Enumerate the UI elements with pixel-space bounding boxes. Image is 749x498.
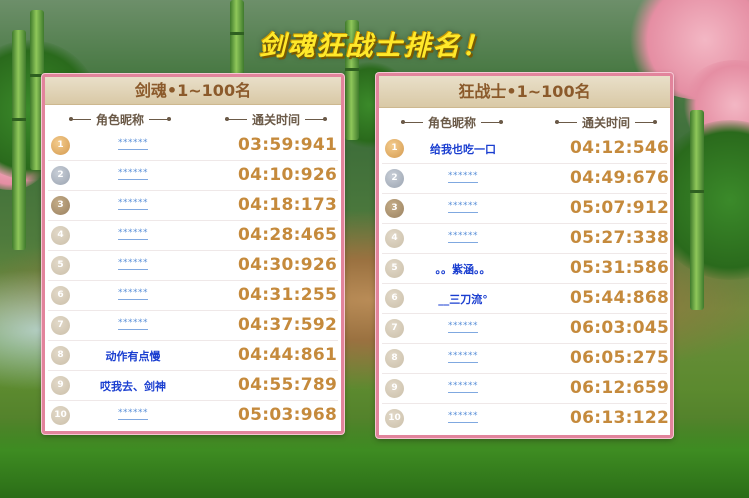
- player-name[interactable]: ******: [408, 351, 518, 363]
- player-name[interactable]: ******: [78, 198, 188, 210]
- clear-time: 05:44:868: [570, 288, 670, 308]
- table-row: 1 ****** 03:59:941: [48, 131, 338, 161]
- clear-time: 04:30:926: [238, 255, 338, 275]
- player-name[interactable]: 给我也吃一口: [408, 141, 518, 157]
- table-row: 3 ****** 04:18:173: [48, 191, 338, 221]
- ranking-board-jianhun: 剑魂•1~100名 角色昵称 通关时间 1 ****** 03:59:941 2 ***…: [42, 74, 344, 434]
- column-header-time: 通关时间: [225, 111, 328, 128]
- rank-badge: 5: [51, 256, 70, 275]
- clear-time: 04:10:926: [238, 165, 338, 185]
- player-name[interactable]: ******: [78, 288, 188, 300]
- column-headers: 角色昵称 通关时间: [45, 105, 341, 131]
- rank-badge: 7: [385, 319, 404, 338]
- rank-badge: 9: [385, 379, 404, 398]
- page-title: 剑魂狂战士排名！: [258, 31, 491, 62]
- ranking-list: 1 给我也吃一口 04:12:546 2 ****** 04:49:676 3 ****** 0…: [379, 134, 670, 434]
- player-name[interactable]: ******: [408, 231, 518, 243]
- player-name[interactable]: __三刀流°: [408, 291, 518, 307]
- clear-time: 06:05:275: [570, 348, 670, 368]
- clear-time: 04:18:173: [238, 195, 338, 215]
- rank-badge: 1: [51, 136, 70, 155]
- column-header-time: 通关时间: [555, 114, 658, 131]
- table-row: 9 哎我去、剑神 04:55:789: [48, 371, 338, 401]
- player-name[interactable]: ******: [78, 318, 188, 330]
- rank-badge: 1: [385, 139, 404, 158]
- table-row: 2 ****** 04:49:676: [382, 164, 670, 194]
- table-row: 2 ****** 04:10:926: [48, 161, 338, 191]
- rank-badge: 6: [385, 289, 404, 308]
- board-header: 剑魂•1~100名: [45, 77, 341, 105]
- ranking-board-kuangzhanshi: 狂战士•1~100名 角色昵称 通关时间 1 给我也吃一口 04:12:546 2 **…: [376, 73, 673, 438]
- clear-time: 04:44:861: [238, 345, 338, 365]
- rank-badge: 4: [385, 229, 404, 248]
- player-name[interactable]: ******: [78, 408, 188, 420]
- rank-badge: 5: [385, 259, 404, 278]
- table-row: 10 ****** 05:03:968: [48, 401, 338, 431]
- clear-time: 06:03:045: [570, 318, 670, 338]
- clear-time: 05:27:338: [570, 228, 670, 248]
- player-name[interactable]: ******: [408, 381, 518, 393]
- rank-badge: 7: [51, 316, 70, 335]
- table-row: 1 给我也吃一口 04:12:546: [382, 134, 670, 164]
- clear-time: 04:49:676: [570, 168, 670, 188]
- table-row: 10 ****** 06:13:122: [382, 404, 670, 434]
- clear-time: 06:13:122: [570, 408, 670, 428]
- table-row: 8 动作有点慢 04:44:861: [48, 341, 338, 371]
- clear-time: 05:03:968: [238, 405, 338, 425]
- player-name[interactable]: ******: [408, 171, 518, 183]
- table-row: 7 ****** 04:37:592: [48, 311, 338, 341]
- player-name[interactable]: 。。紫涵。。: [408, 261, 518, 277]
- player-name[interactable]: ******: [78, 138, 188, 150]
- clear-time: 05:31:586: [570, 258, 670, 278]
- ranking-list: 1 ****** 03:59:941 2 ****** 04:10:926 3 ****** 0…: [45, 131, 341, 431]
- table-row: 6 __三刀流° 05:44:868: [382, 284, 670, 314]
- clear-time: 03:59:941: [238, 135, 338, 155]
- table-row: 5 ****** 04:30:926: [48, 251, 338, 281]
- table-row: 3 ****** 05:07:912: [382, 194, 670, 224]
- table-row: 4 ****** 05:27:338: [382, 224, 670, 254]
- clear-time: 04:31:255: [238, 285, 338, 305]
- rank-badge: 9: [51, 376, 70, 395]
- clear-time: 04:37:592: [238, 315, 338, 335]
- player-name[interactable]: ******: [408, 201, 518, 213]
- player-name[interactable]: 哎我去、剑神: [78, 378, 188, 394]
- table-row: 4 ****** 04:28:465: [48, 221, 338, 251]
- player-name[interactable]: ******: [78, 168, 188, 180]
- rank-badge: 2: [51, 166, 70, 185]
- clear-time: 06:12:659: [570, 378, 670, 398]
- table-row: 8 ****** 06:05:275: [382, 344, 670, 374]
- rank-badge: 8: [385, 349, 404, 368]
- player-name[interactable]: ******: [78, 228, 188, 240]
- column-header-name: 角色昵称: [69, 111, 172, 128]
- clear-time: 05:07:912: [570, 198, 670, 218]
- player-name[interactable]: ******: [78, 258, 188, 270]
- column-headers: 角色昵称 通关时间: [379, 108, 670, 134]
- board-header: 狂战士•1~100名: [379, 76, 670, 108]
- rank-badge: 6: [51, 286, 70, 305]
- rank-badge: 2: [385, 169, 404, 188]
- rank-badge: 10: [385, 409, 404, 428]
- column-header-name: 角色昵称: [401, 114, 504, 131]
- table-row: 9 ****** 06:12:659: [382, 374, 670, 404]
- table-row: 6 ****** 04:31:255: [48, 281, 338, 311]
- rank-badge: 3: [51, 196, 70, 215]
- table-row: 7 ****** 06:03:045: [382, 314, 670, 344]
- clear-time: 04:12:546: [570, 138, 670, 158]
- rank-badge: 3: [385, 199, 404, 218]
- table-row: 5 。。紫涵。。 05:31:586: [382, 254, 670, 284]
- player-name[interactable]: ******: [408, 321, 518, 333]
- rank-badge: 10: [51, 406, 70, 425]
- player-name[interactable]: 动作有点慢: [78, 348, 188, 364]
- player-name[interactable]: ******: [408, 411, 518, 423]
- rank-badge: 8: [51, 346, 70, 365]
- clear-time: 04:28:465: [238, 225, 338, 245]
- clear-time: 04:55:789: [238, 375, 338, 395]
- rank-badge: 4: [51, 226, 70, 245]
